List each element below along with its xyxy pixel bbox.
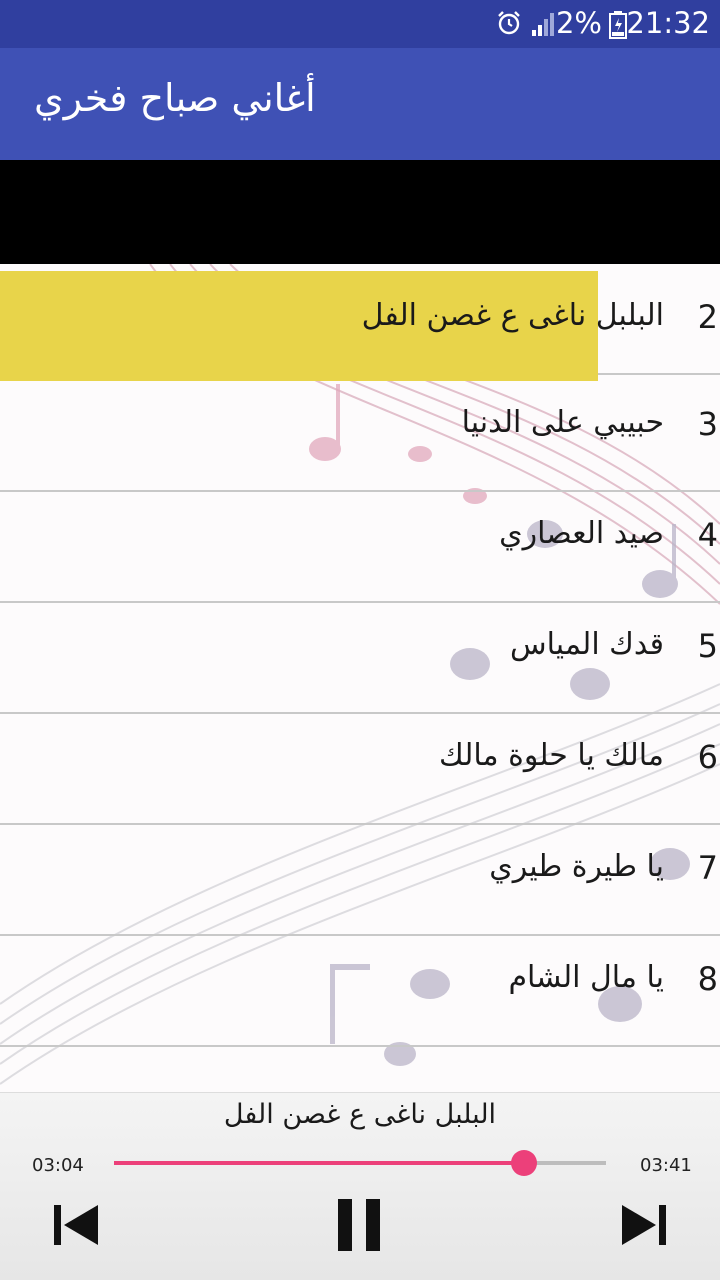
song-title: صيد العصاري: [499, 516, 664, 551]
skip-next-button[interactable]: [618, 1201, 670, 1253]
song-row[interactable]: قدك المياس 5: [0, 603, 720, 714]
status-clock: 21:32: [626, 6, 710, 40]
alarm-icon: [496, 10, 522, 40]
song-number: 4: [697, 516, 718, 554]
song-number: 6: [697, 738, 718, 776]
song-title: البلبل ناغى ع غصن الفل: [361, 298, 664, 333]
app-bar: أغاني صباح فخري: [0, 48, 720, 160]
song-number: 3: [697, 405, 718, 443]
skip-next-icon: [622, 1205, 666, 1245]
status-bar: 2% 21:32: [0, 0, 720, 48]
song-row[interactable]: يا طيرة طيري 7: [0, 825, 720, 936]
song-row[interactable]: صيد العصاري 4: [0, 492, 720, 603]
song-row[interactable]: حبيبي على الدنيا 3: [0, 381, 720, 492]
ad-banner[interactable]: [0, 160, 720, 264]
song-title: قدك المياس: [510, 627, 664, 662]
now-playing-title: البلبل ناغى ع غصن الفل: [223, 1099, 497, 1130]
seek-progress: [114, 1161, 524, 1165]
song-row[interactable]: مالك يا حلوة مالك 6: [0, 714, 720, 825]
song-number: 2: [697, 298, 718, 336]
total-time: 03:41: [640, 1155, 692, 1176]
pause-button[interactable]: [334, 1197, 386, 1257]
elapsed-time: 03:04: [32, 1155, 84, 1176]
battery-icon: [608, 10, 628, 44]
skip-previous-icon: [54, 1205, 98, 1245]
song-list[interactable]: البلبل ناغى ع غصن الفل 2 حبيبي على الدني…: [0, 264, 720, 1092]
song-number: 8: [697, 960, 718, 998]
song-row[interactable]: يا مال الشام 8: [0, 936, 720, 1047]
song-number: 5: [697, 627, 718, 665]
song-title: يا مال الشام: [508, 960, 664, 995]
signal-icon: [530, 10, 556, 42]
app-title: أغاني صباح فخري: [34, 76, 316, 120]
song-title: يا طيرة طيري: [489, 849, 664, 884]
song-title: مالك يا حلوة مالك: [438, 738, 664, 773]
seek-thumb[interactable]: [510, 1150, 537, 1176]
battery-percentage: 2%: [555, 6, 602, 40]
media-player: البلبل ناغى ع غصن الفل 03:04 03:41: [0, 1092, 720, 1280]
seek-bar[interactable]: [114, 1150, 606, 1176]
song-title: حبيبي على الدنيا: [461, 405, 664, 440]
song-row[interactable]: البلبل ناغى ع غصن الفل 2: [0, 264, 720, 381]
pause-icon: [338, 1199, 380, 1251]
song-number: 7: [697, 849, 718, 887]
skip-previous-button[interactable]: [50, 1201, 102, 1253]
